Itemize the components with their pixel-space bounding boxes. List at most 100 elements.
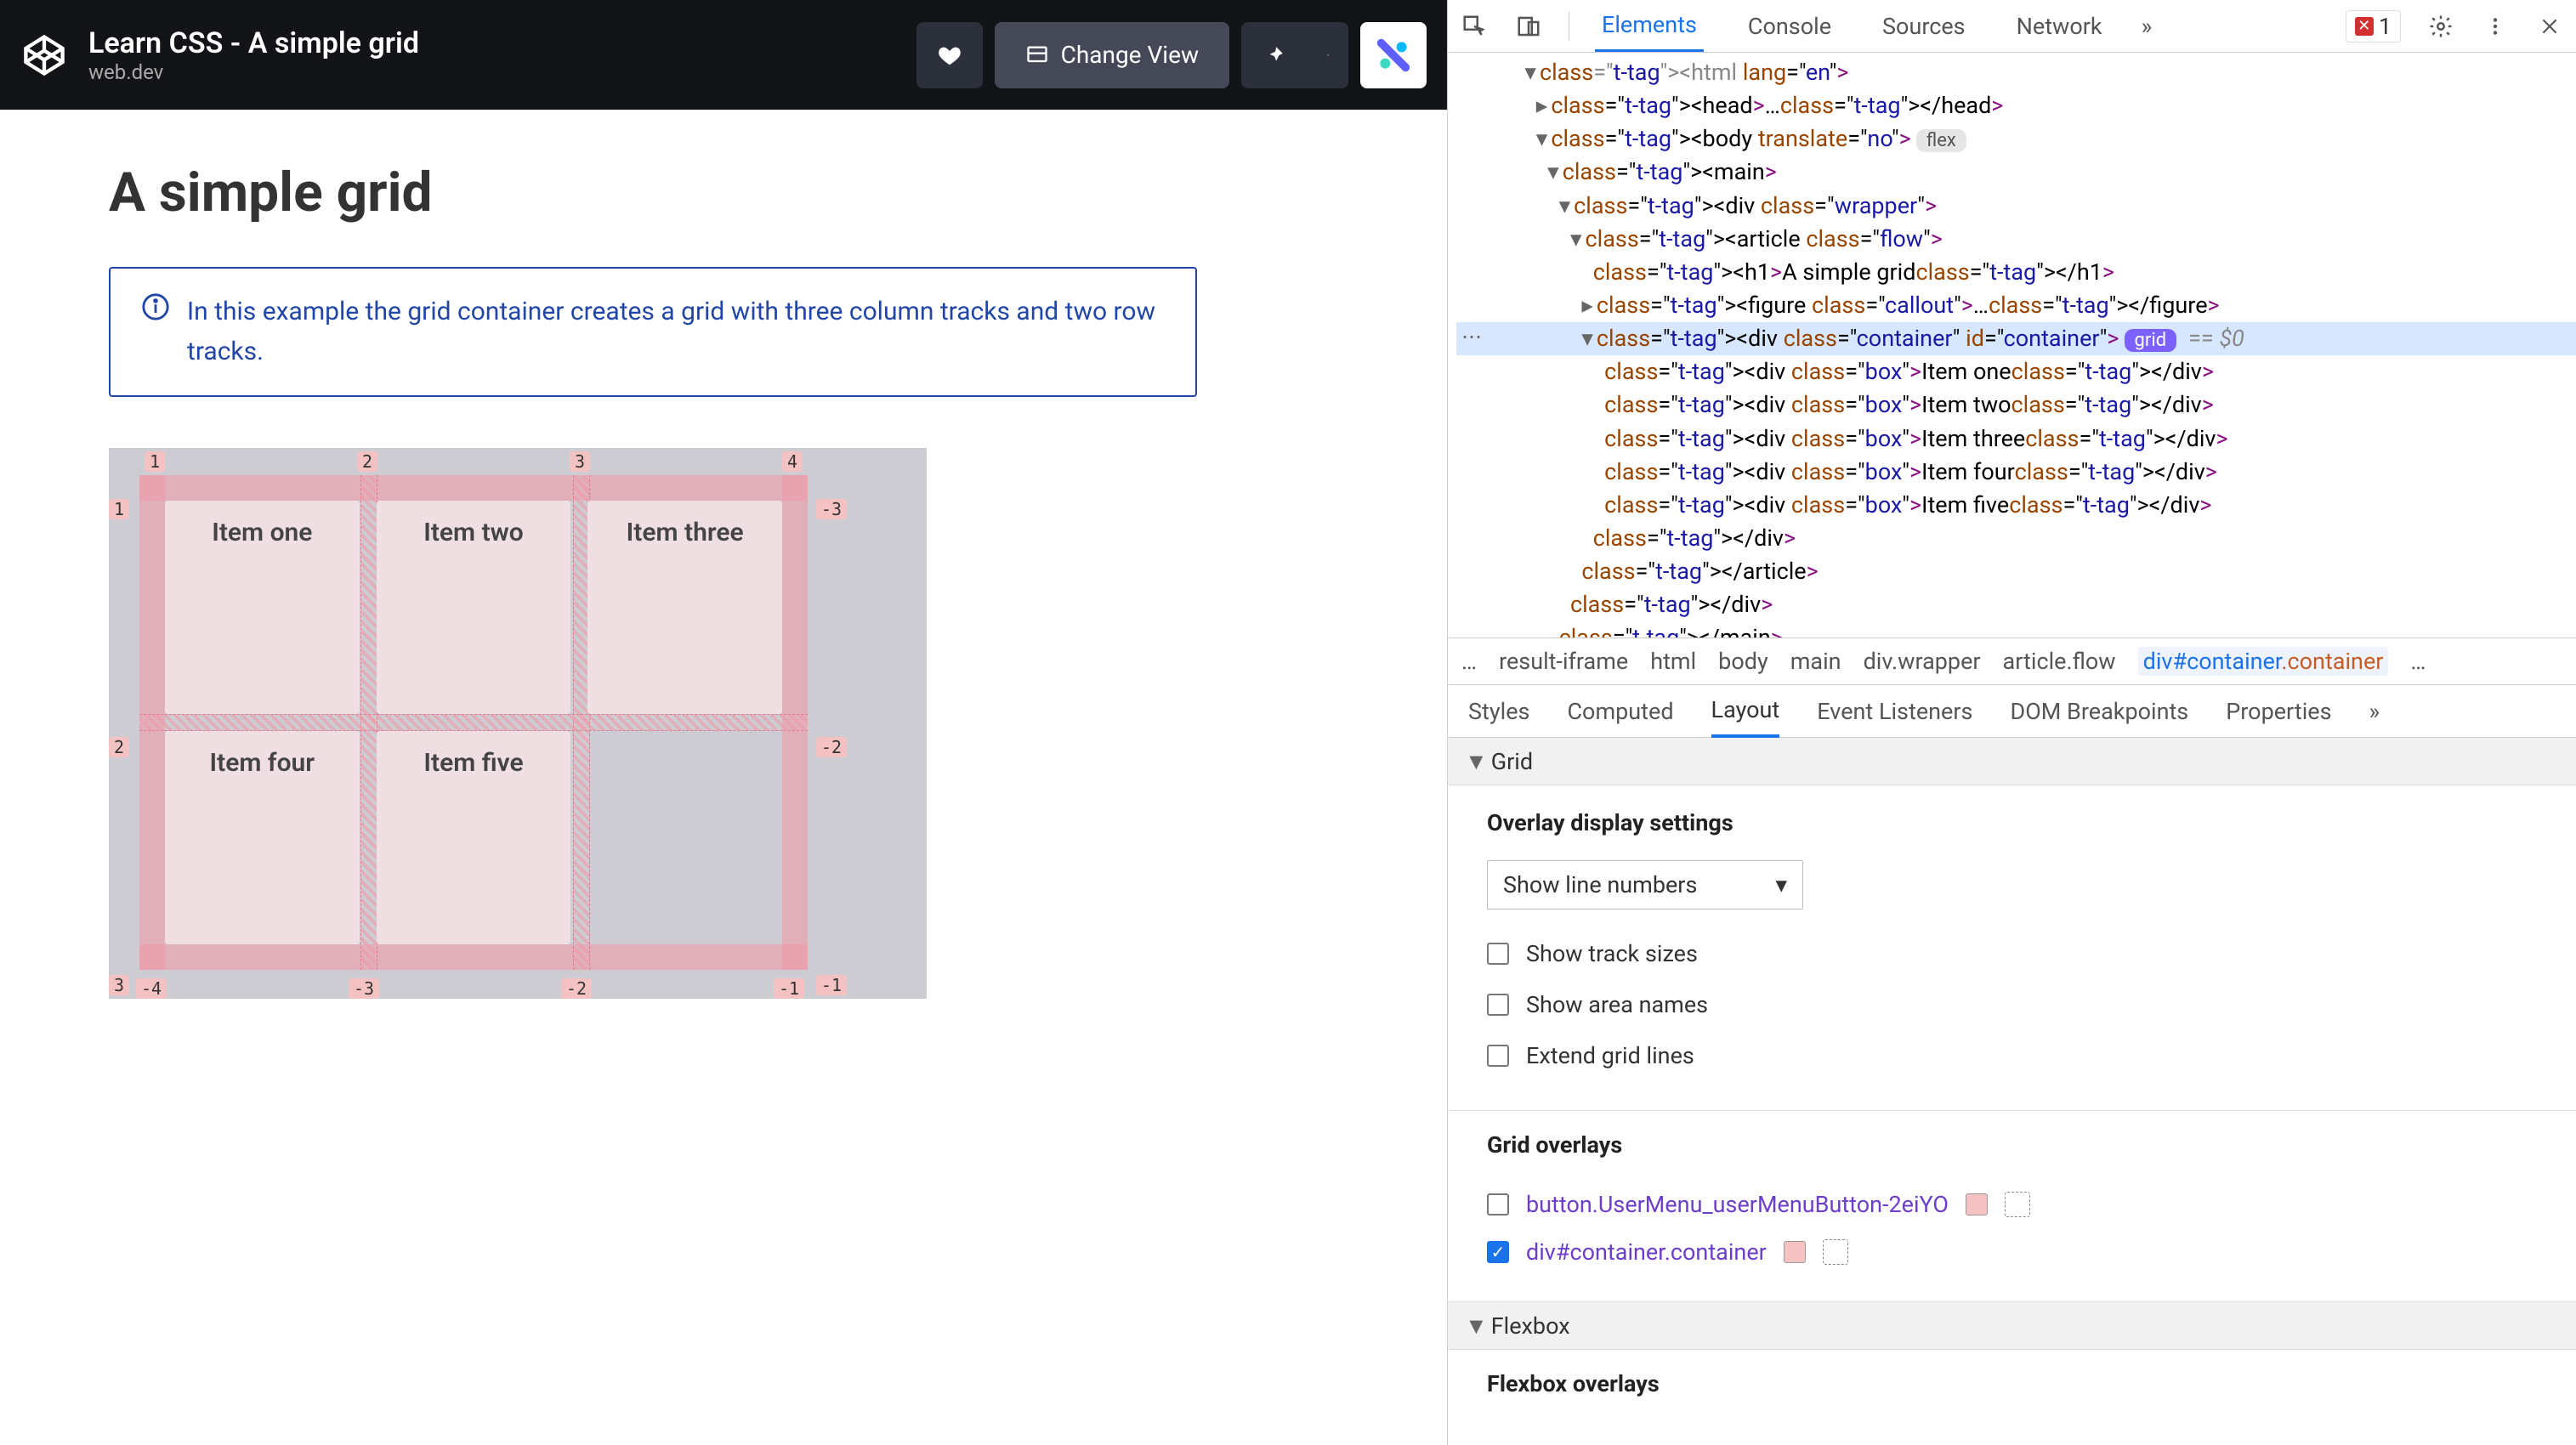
dom-node[interactable]: class="t-tag"><div class="box">Item four…	[1456, 456, 2576, 489]
styles-more-tabs[interactable]: »	[2369, 685, 2380, 737]
devtools-more-tabs[interactable]: »	[2135, 0, 2159, 52]
styles-tabbar: Styles Computed Layout Event Listeners DOM B…	[1448, 685, 2576, 738]
dom-node[interactable]: ▸class="t-tag"><figure class="callout">……	[1456, 289, 2576, 322]
dom-node[interactable]: ▾class="t-tag"><div class="wrapper">	[1456, 190, 2576, 223]
checkbox-icon	[1487, 1045, 1509, 1067]
styles-tab-dom-breakpoints[interactable]: DOM Breakpoints	[2010, 685, 2188, 737]
grid-line-label: -1	[774, 978, 804, 999]
error-count: 1	[2379, 13, 2392, 40]
grid-line-label: 4	[782, 451, 803, 472]
dom-node[interactable]: ▾class="t-tag"><div class="container" id…	[1456, 322, 2576, 355]
breadcrumb-item[interactable]: result-iframe	[1499, 648, 1628, 675]
callout-text: In this example the grid container creat…	[187, 292, 1165, 371]
swatch-icon[interactable]	[1966, 1193, 1988, 1216]
pin-button[interactable]	[1241, 22, 1308, 88]
dom-breadcrumbs[interactable]: … result-iframe html body main div.wrapper art…	[1448, 638, 2576, 685]
grid-line-label: -3	[816, 499, 847, 519]
checkbox-label: Show area names	[1526, 991, 1708, 1018]
device-toggle-icon[interactable]	[1514, 12, 1543, 41]
styles-tab-styles[interactable]: Styles	[1468, 685, 1529, 737]
dom-node[interactable]: ▾class="t-tag"><article class="flow">	[1456, 223, 2576, 256]
grid-section-label: Grid	[1491, 748, 1533, 775]
grid-line-label: 2	[109, 737, 129, 757]
dom-node[interactable]: class="t-tag"><div class="box">Item onec…	[1456, 355, 2576, 388]
grid-line-label: -3	[349, 978, 379, 999]
breadcrumb-item[interactable]: div.wrapper	[1864, 648, 1981, 675]
devtools-tab-console[interactable]: Console	[1741, 0, 1838, 52]
dom-node[interactable]: class="t-tag"><h1>A simple gridclass="t-…	[1456, 256, 2576, 289]
overlay-checkbox-row[interactable]: Show area names	[1487, 979, 2537, 1030]
avatar-button[interactable]	[1360, 22, 1427, 88]
grid-line-label: 1	[109, 499, 129, 519]
grid-demo: Item oneItem twoItem threeItem fourItem …	[109, 448, 927, 999]
devtools-tab-elements[interactable]: Elements	[1595, 0, 1704, 52]
grid-line-label: -4	[136, 978, 167, 999]
dom-tree[interactable]: ▾class="t-tag"><html lang="en"> ▸class="…	[1448, 53, 2576, 638]
info-icon	[141, 292, 170, 371]
overlay-checkbox-row[interactable]: Extend grid lines	[1487, 1030, 2537, 1081]
dom-node[interactable]: class="t-tag"></main>	[1456, 621, 2576, 638]
grid-line-label: -2	[816, 737, 847, 757]
pin-dropdown-button[interactable]	[1308, 22, 1348, 88]
styles-tab-event-listeners[interactable]: Event Listeners	[1817, 685, 1972, 737]
dom-node[interactable]: ▸class="t-tag"><head>…class="t-tag"></he…	[1456, 89, 2576, 122]
breadcrumb-item[interactable]: article.flow	[2003, 648, 2116, 675]
devtools-tab-sources[interactable]: Sources	[1875, 0, 1972, 52]
overlay-toggle-icon[interactable]	[2005, 1192, 2030, 1217]
dom-node[interactable]: class="t-tag"></div>	[1456, 522, 2576, 555]
dom-node[interactable]: ▾class="t-tag"><main>	[1456, 156, 2576, 189]
dom-node[interactable]: class="t-tag"><div class="box">Item five…	[1456, 489, 2576, 522]
swatch-icon[interactable]	[1784, 1241, 1806, 1263]
breadcrumb-item[interactable]: html	[1650, 648, 1696, 675]
chevron-down-icon: ▾	[1775, 871, 1787, 898]
dom-node[interactable]: class="t-tag"></div>	[1456, 588, 2576, 621]
dom-node[interactable]: ▾class="t-tag"><html lang="en">	[1456, 56, 2576, 89]
pen-title: Learn CSS - A simple grid	[88, 26, 419, 60]
breadcrumb-more[interactable]: …	[2410, 648, 2426, 675]
grid-line-label: -1	[816, 975, 847, 995]
settings-icon[interactable]	[2426, 12, 2455, 41]
overlay-checkbox-row[interactable]: Show track sizes	[1487, 928, 2537, 979]
change-view-button[interactable]: Change View	[995, 22, 1229, 88]
heart-button[interactable]	[916, 22, 983, 88]
grid-item: Item four	[165, 731, 360, 944]
kebab-menu-icon[interactable]	[2481, 12, 2510, 41]
inspect-icon[interactable]	[1460, 12, 1489, 41]
flexbox-section-header[interactable]: ▼Flexbox	[1448, 1302, 2576, 1350]
error-counter[interactable]: ✕ 1	[2346, 10, 2401, 42]
checkbox-icon	[1487, 994, 1509, 1016]
dom-node[interactable]: ▾class="t-tag"><body translate="no">flex	[1456, 122, 2576, 156]
styles-tab-layout[interactable]: Layout	[1711, 686, 1780, 738]
change-view-label: Change View	[1061, 41, 1199, 69]
dom-node[interactable]: class="t-tag"></article>	[1456, 555, 2576, 588]
overlay-element-name: div#container.container	[1526, 1238, 1767, 1266]
dom-node[interactable]: class="t-tag"><div class="box">Item twoc…	[1456, 388, 2576, 422]
styles-tab-computed[interactable]: Computed	[1567, 685, 1673, 737]
styles-tab-properties[interactable]: Properties	[2226, 685, 2331, 737]
page-title: A simple grid	[109, 161, 1338, 224]
grid-item: Item two	[377, 501, 571, 714]
overlay-settings-heading: Overlay display settings	[1487, 809, 2537, 836]
grid-line-label: 3	[570, 451, 590, 472]
breadcrumb-item[interactable]: div#container.container	[2138, 647, 2389, 676]
line-numbers-select[interactable]: Show line numbers ▾	[1487, 860, 1803, 910]
codepen-header: Learn CSS - A simple grid web.dev Change…	[0, 0, 1447, 110]
grid-overlay-item[interactable]: button.UserMenu_userMenuButton-2eiYO	[1487, 1181, 2537, 1228]
breadcrumb-item[interactable]: …	[1461, 648, 1477, 675]
checkbox-label: Extend grid lines	[1526, 1042, 1694, 1069]
grid-section-header[interactable]: ▼Grid	[1448, 738, 2576, 785]
dom-node[interactable]: class="t-tag"><div class="box">Item thre…	[1456, 422, 2576, 456]
breadcrumb-item[interactable]: main	[1790, 648, 1841, 675]
devtools-tabbar: Elements Console Sources Network » ✕ 1	[1448, 0, 2576, 53]
breadcrumb-item[interactable]: body	[1718, 648, 1768, 675]
overlay-toggle-icon[interactable]	[1823, 1239, 1848, 1265]
checkbox-icon	[1487, 1193, 1509, 1216]
grid-overlay-item[interactable]: div#container.container	[1487, 1228, 2537, 1276]
grid-item: Item five	[377, 731, 571, 944]
close-devtools-icon[interactable]	[2535, 12, 2564, 41]
checkbox-icon	[1487, 943, 1509, 965]
grid-item: Item three	[587, 501, 782, 714]
codepen-logo-icon[interactable]	[20, 31, 68, 79]
devtools-tab-network[interactable]: Network	[2010, 0, 2109, 52]
grid-line-label: 2	[357, 451, 377, 472]
